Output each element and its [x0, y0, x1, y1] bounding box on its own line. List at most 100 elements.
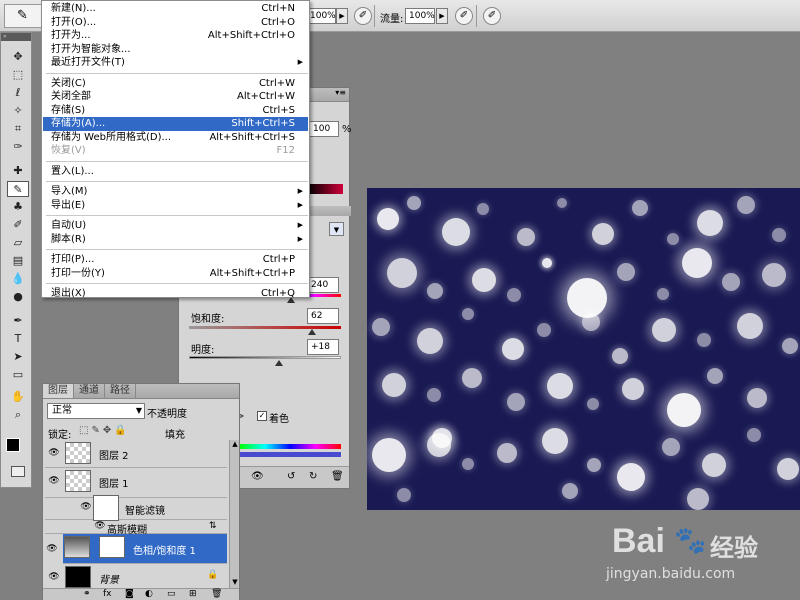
pen-tool-icon[interactable]: ✒: [9, 313, 27, 329]
filter-row[interactable]: 👁 高斯模糊 ⇅: [45, 520, 227, 536]
magic-wand-tool-icon[interactable]: ✧: [9, 103, 27, 119]
layer-name[interactable]: 智能滤镜: [125, 502, 165, 517]
tab-channels[interactable]: 通道: [74, 384, 105, 398]
new-group-icon[interactable]: ▭: [167, 589, 176, 599]
shape-tool-icon[interactable]: ▭: [9, 367, 27, 383]
lasso-tool-icon[interactable]: ℓ: [9, 85, 27, 101]
eye-icon[interactable]: 👁: [47, 572, 61, 584]
lightness-field[interactable]: +18: [307, 339, 339, 355]
saturation-field[interactable]: 62: [307, 308, 339, 324]
blur-tool-icon[interactable]: 💧: [9, 271, 27, 287]
flow-dropdown[interactable]: ▶: [436, 8, 448, 24]
clone-stamp-tool-icon[interactable]: ♣: [9, 199, 27, 215]
menu-item[interactable]: 新建(N)... Ctrl+N: [43, 2, 308, 16]
eye-icon[interactable]: 👁: [47, 448, 61, 460]
tab-layers[interactable]: 图层: [43, 384, 74, 398]
colorize-checkbox[interactable]: ✓: [257, 411, 267, 421]
document-canvas[interactable]: [367, 188, 800, 510]
scroll-down-icon[interactable]: ▼: [230, 578, 240, 588]
type-tool-icon[interactable]: T: [9, 331, 27, 347]
lightness-slider-thumb[interactable]: [274, 360, 283, 366]
preset-dropdown[interactable]: ▼: [329, 222, 344, 236]
blend-mode-select[interactable]: 正常 ▼: [47, 403, 145, 419]
layer-row[interactable]: 👁 背景 🔒: [45, 564, 227, 590]
lock-icons[interactable]: ⬚✎✥🔒: [79, 425, 130, 436]
healing-brush-tool-icon[interactable]: ✚: [9, 163, 27, 179]
eyedropper-tool-icon[interactable]: ✑: [9, 139, 27, 155]
marquee-tool-icon[interactable]: ⬚: [9, 67, 27, 83]
lightness-slider-track[interactable]: [189, 356, 341, 359]
panel-menu-icon[interactable]: ▾≡: [335, 88, 346, 97]
layer-style-icon[interactable]: fx: [103, 589, 112, 599]
adjustment-layer-icon[interactable]: ◐: [145, 589, 153, 599]
menu-item[interactable]: 打印一份(Y) Alt+Shift+Ctrl+P: [43, 267, 308, 281]
foreground-color-swatch[interactable]: [6, 438, 20, 452]
layer-name[interactable]: 图层 2: [99, 447, 129, 462]
menu-item[interactable]: 关闭全部 Alt+Ctrl+W: [43, 90, 308, 104]
hue-field[interactable]: 240: [307, 277, 339, 293]
menu-item[interactable]: 存储(S) Ctrl+S: [43, 104, 308, 118]
menu-item[interactable]: 关闭(C) Ctrl+W: [43, 77, 308, 91]
menu-item[interactable]: 导出(E) ▶: [43, 199, 308, 213]
trash-icon[interactable]: 🗑: [331, 471, 344, 482]
layer-name[interactable]: 色相/饱和度 1: [133, 542, 196, 557]
gradient-tool-icon[interactable]: ▤: [9, 253, 27, 269]
dodge-tool-icon[interactable]: ●: [9, 289, 27, 305]
menu-item[interactable]: 存储为(A)... Shift+Ctrl+S: [43, 117, 308, 131]
menu-item[interactable]: 打开为... Alt+Shift+Ctrl+O: [43, 29, 308, 43]
hand-tool-icon[interactable]: ✋: [9, 389, 27, 405]
eye-icon[interactable]: 👁: [93, 521, 107, 533]
menu-item[interactable]: 最近打开文件(T) ▶: [43, 56, 308, 70]
layer-row[interactable]: 👁 图层 2: [45, 440, 227, 468]
menu-item[interactable]: 打开为智能对象...: [43, 43, 308, 57]
eraser-tool-icon[interactable]: ▱: [9, 235, 27, 251]
history-brush-tool-icon[interactable]: ✐: [9, 217, 27, 233]
move-tool-icon[interactable]: ✥: [9, 49, 27, 65]
tab-paths[interactable]: 路径: [105, 384, 136, 398]
delete-layer-icon[interactable]: 🗑: [211, 589, 222, 599]
tablet-pressure-icon[interactable]: ✐: [483, 7, 501, 25]
layer-row-selected[interactable]: 色相/饱和度 1: [63, 534, 227, 564]
brush-preset-picker[interactable]: ✎: [4, 4, 44, 28]
menu-item[interactable]: 恢复(V) F12: [43, 144, 308, 158]
quick-mask-icon[interactable]: [11, 466, 25, 477]
filter-options-icon[interactable]: ⇅: [209, 521, 217, 531]
opacity-dropdown[interactable]: ▶: [336, 8, 348, 24]
brush-tool-icon[interactable]: ✎: [7, 181, 29, 197]
path-selection-tool-icon[interactable]: ➤: [9, 349, 27, 365]
toolbox-header[interactable]: »: [1, 33, 31, 41]
layer-row[interactable]: 👁 图层 1: [45, 468, 227, 498]
layers-scrollbar[interactable]: ▲ ▼: [229, 440, 239, 588]
menu-item[interactable]: 打印(P)... Ctrl+P: [43, 253, 308, 267]
new-layer-icon[interactable]: ⊞: [189, 589, 197, 599]
layer-name[interactable]: 图层 1: [99, 475, 129, 490]
menu-item[interactable]: 导入(M) ▶: [43, 185, 308, 199]
menu-item[interactable]: 自动(U) ▶: [43, 219, 308, 233]
menu-item[interactable]: 打开(O)... Ctrl+O: [43, 16, 308, 30]
saturation-slider-track[interactable]: [189, 326, 341, 329]
opacity-field[interactable]: 100%: [306, 8, 336, 24]
brush-icon: ✎: [17, 8, 28, 23]
link-layers-icon[interactable]: ⚭: [83, 589, 91, 599]
menu-item[interactable]: 置入(L)...: [43, 165, 308, 179]
airbrush-icon[interactable]: ✐: [354, 7, 372, 25]
airbrush-toggle-icon[interactable]: ✐: [455, 7, 473, 25]
scroll-up-icon[interactable]: ▲: [230, 440, 240, 450]
zoom-tool-icon[interactable]: ⌕: [9, 407, 27, 423]
menu-item[interactable]: 退出(X) Ctrl+Q: [43, 287, 308, 301]
adjustment-top-field[interactable]: 100: [309, 121, 339, 137]
add-mask-icon[interactable]: ◙: [125, 589, 134, 599]
eye-icon[interactable]: 👁: [79, 502, 93, 514]
menu-item[interactable]: 存储为 Web所用格式(D)... Alt+Shift+Ctrl+S: [43, 131, 308, 145]
menu-item[interactable]: 脚本(R) ▶: [43, 233, 308, 247]
eye-icon[interactable]: 👁: [47, 476, 61, 488]
smart-filter-row[interactable]: 👁 智能滤镜: [45, 495, 227, 521]
reset-icon[interactable]: ↻: [309, 471, 317, 482]
crop-tool-icon[interactable]: ⌗: [9, 121, 27, 137]
flow-field[interactable]: 100%: [405, 8, 435, 24]
view-previous-icon[interactable]: ↺: [287, 471, 295, 482]
layer-name[interactable]: 背景: [99, 571, 119, 586]
eye-icon[interactable]: 👁: [45, 544, 59, 556]
visibility-icon[interactable]: 👁: [251, 471, 264, 482]
saturation-slider-thumb[interactable]: [308, 329, 317, 335]
